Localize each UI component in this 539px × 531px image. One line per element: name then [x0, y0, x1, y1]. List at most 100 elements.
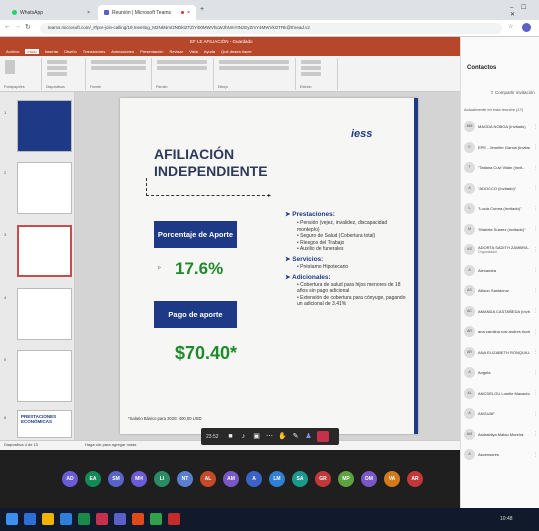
- shapes-gallery[interactable]: [219, 60, 289, 64]
- chrome-icon[interactable]: [132, 513, 144, 525]
- word-icon[interactable]: [60, 513, 72, 525]
- participant-avatar[interactable]: MH: [131, 471, 147, 487]
- ribbon-tab[interactable]: Qué desea hacer: [221, 49, 252, 54]
- more-options-icon[interactable]: ⋮: [533, 185, 538, 191]
- slide-thumbnail[interactable]: [17, 162, 72, 214]
- window-controls[interactable]: – ☐ ✕: [510, 4, 539, 18]
- close-icon[interactable]: ×: [87, 10, 90, 16]
- participant-row[interactable]: AR ANA ELIZABETH RONQUILL... ⋮: [464, 344, 538, 361]
- slide-thumbnail[interactable]: PRESTACIONES ECONÓMICAS: [17, 410, 72, 438]
- ribbon-tab[interactable]: Animaciones: [111, 49, 134, 54]
- share-invitation-button[interactable]: ⇪ Compartir invitación: [490, 90, 535, 96]
- reload-icon[interactable]: ↻: [25, 23, 31, 31]
- ribbon-tab[interactable]: Archivo: [6, 49, 19, 54]
- url-field[interactable]: teams.microsoft.com/_#/pre-join-calling/…: [40, 23, 502, 34]
- share-screen-icon[interactable]: ▣: [252, 432, 261, 441]
- more-options-icon[interactable]: ⋮: [533, 288, 538, 294]
- participant-avatar[interactable]: SM: [108, 471, 124, 487]
- notes-hint[interactable]: Haga clic para agregar notas: [85, 442, 136, 447]
- more-options-icon[interactable]: ⋮: [533, 206, 538, 212]
- paste-button[interactable]: [5, 60, 15, 74]
- more-options-icon[interactable]: ⋮: [533, 144, 538, 150]
- excel-icon[interactable]: [78, 513, 90, 525]
- ribbon-tab[interactable]: Inicio: [25, 49, 39, 54]
- participant-row[interactable]: AL ANCDELGU Lorelle Macacho ⋮: [464, 385, 538, 402]
- raise-hand-icon[interactable]: ✋: [278, 432, 287, 441]
- participant-row[interactable]: AR ana carolina rosi andres ricch... ⋮: [464, 323, 538, 340]
- tab-whatsapp[interactable]: WhatsApp ×: [6, 5, 96, 20]
- participant-row[interactable]: M "Mariela Suarez (Invitado)" ⋮: [464, 221, 538, 238]
- participant-avatar[interactable]: AD: [62, 471, 78, 487]
- replace-button[interactable]: [301, 66, 321, 70]
- more-options-icon[interactable]: ⋮: [533, 349, 538, 355]
- participant-row[interactable]: A Angela ⋮: [464, 364, 538, 381]
- participant-avatar[interactable]: MP: [338, 471, 354, 487]
- slide-thumbnail[interactable]: [17, 100, 72, 152]
- paragraph-buttons[interactable]: [157, 60, 207, 64]
- more-options-icon[interactable]: ⋮: [533, 165, 538, 171]
- slide-thumbnail-selected[interactable]: [17, 225, 72, 277]
- more-options-icon[interactable]: ⋮: [533, 124, 538, 130]
- font-selector[interactable]: [91, 60, 146, 64]
- participant-row[interactable]: A Ascensores ⋮: [464, 446, 538, 463]
- microphone-icon[interactable]: ♪: [239, 432, 248, 441]
- select-button[interactable]: [301, 72, 321, 76]
- participant-row[interactable]: A "ADOCCO (Invitado)" ⋮: [464, 180, 538, 197]
- participant-avatar[interactable]: NT: [177, 471, 193, 487]
- ribbon-tab[interactable]: Presentación: [140, 49, 163, 54]
- ribbon-tab[interactable]: Transiciones: [83, 49, 106, 54]
- arrange-button[interactable]: [219, 66, 289, 70]
- slide-thumbnail[interactable]: [17, 350, 72, 402]
- participant-avatar[interactable]: GR: [315, 471, 331, 487]
- participant-avatar[interactable]: LI: [154, 471, 170, 487]
- ribbon-tab[interactable]: Vista: [189, 49, 198, 54]
- participant-row[interactable]: L "Lucia Correa (Invitado)" ⋮: [464, 200, 538, 217]
- participant-row[interactable]: A Alexandra ⋮: [464, 262, 538, 279]
- more-options-icon[interactable]: ⋮: [533, 267, 538, 273]
- back-icon[interactable]: ←: [4, 23, 11, 30]
- more-options-icon[interactable]: ⋮: [533, 431, 538, 437]
- more-options-icon[interactable]: ⋮: [533, 247, 538, 253]
- ribbon-tab[interactable]: Revisar: [170, 49, 184, 54]
- ribbon-tab[interactable]: Ayuda: [204, 49, 215, 54]
- slide-thumbnail[interactable]: [17, 288, 72, 340]
- more-options-icon[interactable]: ⋮: [533, 370, 538, 376]
- alignment-buttons[interactable]: [157, 66, 207, 70]
- participants-icon[interactable]: ♟: [304, 432, 313, 441]
- participant-avatar[interactable]: EA: [85, 471, 101, 487]
- folder-icon[interactable]: [42, 513, 54, 525]
- hang-up-button[interactable]: [317, 431, 329, 442]
- participant-row[interactable]: AC AMANDA CASTAÑEDA (Invit... ⋮: [464, 303, 538, 320]
- participant-row[interactable]: AS ADORTA SADITH ZAMBRA... Organizador ⋮: [464, 241, 538, 258]
- more-options-icon[interactable]: ⋮: [533, 308, 538, 314]
- new-tab-button[interactable]: +: [200, 6, 204, 13]
- find-button[interactable]: [301, 60, 321, 64]
- acrobat-icon[interactable]: [168, 513, 180, 525]
- new-slide-button[interactable]: [47, 60, 67, 64]
- edge-icon[interactable]: [24, 513, 36, 525]
- layout-button[interactable]: [47, 66, 67, 70]
- participant-avatar[interactable]: AL: [200, 471, 216, 487]
- profile-avatar[interactable]: [522, 23, 531, 32]
- reset-button[interactable]: [47, 72, 67, 76]
- star-icon[interactable]: ☆: [508, 23, 513, 30]
- whatsapp-icon[interactable]: [150, 513, 162, 525]
- tab-teams[interactable]: Reunión | Microsoft Teams ×: [98, 5, 196, 20]
- ribbon-tab[interactable]: Diseño: [64, 49, 76, 54]
- ribbon-tab[interactable]: Insertar: [45, 49, 59, 54]
- participant-avatar[interactable]: AM: [223, 471, 239, 487]
- forward-icon[interactable]: →: [14, 23, 21, 30]
- more-options-icon[interactable]: ⋮: [533, 411, 538, 417]
- participant-avatar[interactable]: LM: [269, 471, 285, 487]
- participant-avatar[interactable]: A: [246, 471, 262, 487]
- participant-avatar[interactable]: SA: [292, 471, 308, 487]
- participant-row[interactable]: E EPE - Jennifer Garcia (Invitado) ⋮: [464, 139, 538, 156]
- participant-avatar[interactable]: AR: [407, 471, 423, 487]
- current-slide[interactable]: iess AFILIACIÓN INDEPENDIENTE ▸ Porcenta…: [120, 98, 418, 434]
- in-meeting-section[interactable]: Actualmente en esta reunión (17): [464, 107, 523, 112]
- more-options-icon[interactable]: ⋮: [533, 390, 538, 396]
- participant-row[interactable]: MM MAGDA NOBOA (Invitado) ⋮: [464, 118, 538, 135]
- participant-avatar[interactable]: DM: [361, 471, 377, 487]
- participant-row[interactable]: A ANGUAF ⋮: [464, 405, 538, 422]
- chat-icon[interactable]: ✎: [291, 432, 300, 441]
